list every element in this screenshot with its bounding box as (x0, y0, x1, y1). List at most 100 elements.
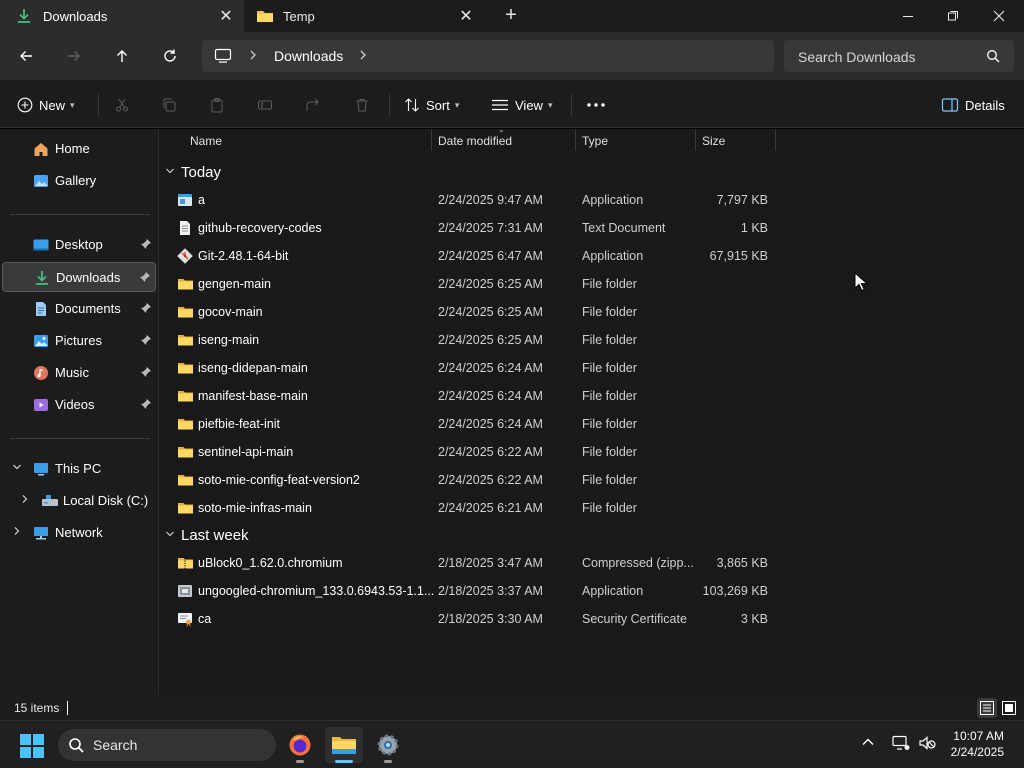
list-item[interactable]: ungoogled-chromium_133.0.6943.53-1.1... … (159, 577, 779, 605)
column-header-name[interactable]: Name (190, 129, 430, 155)
sidebar-item-local-disk[interactable]: Local Disk (C:) (2, 486, 156, 516)
breadcrumb-downloads[interactable]: Downloads (274, 48, 343, 64)
column-header-date[interactable]: Date modified ⌄ (438, 125, 574, 155)
taskbar-file-explorer[interactable] (325, 727, 363, 763)
chevron-right-icon[interactable] (20, 494, 30, 507)
share-button[interactable] (305, 92, 321, 118)
pin-icon[interactable] (139, 271, 151, 286)
list-item[interactable]: uBlock0_1.62.0.chromium 2/18/2025 3:47 A… (159, 549, 779, 577)
close-window-button[interactable] (976, 0, 1022, 32)
list-item[interactable]: github-recovery-codes 2/24/2025 7:31 AM … (159, 214, 779, 242)
sidebar-item-desktop[interactable]: Desktop (2, 230, 156, 260)
close-tab-icon[interactable]: ✕ (458, 8, 474, 25)
maximize-button[interactable] (930, 0, 976, 32)
sort-label: Sort (426, 97, 450, 113)
list-item[interactable]: soto-mie-infras-main 2/24/2025 6:21 AM F… (159, 494, 779, 522)
delete-button[interactable] (354, 92, 370, 118)
taskbar-firefox[interactable] (281, 727, 319, 763)
pin-icon[interactable] (140, 334, 152, 349)
sidebar-item-pictures[interactable]: Pictures (2, 326, 156, 356)
tab-title: Temp (283, 9, 315, 24)
tab-temp[interactable]: Temp ✕ (244, 0, 484, 32)
chevron-right-icon[interactable] (248, 48, 258, 65)
list-item[interactable]: ca 2/18/2025 3:30 AM Security Certificat… (159, 605, 779, 633)
address-row: Downloads Search Downloads (0, 32, 1024, 80)
mouse-pointer-icon (854, 271, 869, 295)
chevron-right-icon[interactable] (12, 526, 22, 539)
computer-icon[interactable] (214, 48, 232, 67)
taskbar-settings[interactable] (369, 727, 407, 763)
list-item[interactable]: a 2/24/2025 9:47 AM Application 7,797 KB (159, 186, 779, 214)
trash-icon (356, 99, 368, 112)
folder-icon (177, 304, 193, 320)
forward-button[interactable] (58, 40, 90, 72)
new-tab-button[interactable]: + (500, 5, 522, 26)
column-divider[interactable] (695, 129, 696, 151)
close-tab-icon[interactable]: ✕ (218, 8, 234, 25)
rename-button[interactable] (257, 92, 273, 118)
pin-icon[interactable] (140, 366, 152, 381)
list-item[interactable]: gengen-main 2/24/2025 6:25 AM File folde… (159, 270, 779, 298)
group-title: Today (181, 163, 222, 181)
list-item[interactable]: gocov-main 2/24/2025 6:25 AM File folder (159, 298, 779, 326)
file-date: 2/24/2025 6:22 AM (438, 473, 543, 487)
more-options-button[interactable] (586, 92, 606, 118)
sidebar-item-network[interactable]: Network (2, 518, 156, 548)
sidebar-item-home[interactable]: Home (2, 134, 156, 164)
minimize-button[interactable] (885, 0, 931, 32)
file-name: a (198, 193, 205, 207)
copy-button[interactable] (161, 92, 177, 118)
address-bar[interactable]: Downloads (202, 40, 774, 72)
file-date: 2/24/2025 6:24 AM (438, 361, 543, 375)
sidebar-item-documents[interactable]: Documents (2, 294, 156, 324)
sort-button[interactable]: Sort ▾ (404, 92, 459, 118)
taskbar-search[interactable]: Search (58, 729, 276, 761)
system-clock[interactable]: 10:07 AM 2/24/2025 (951, 728, 1004, 760)
group-header-today[interactable]: Today (165, 161, 221, 183)
tab-downloads[interactable]: Downloads ✕ (0, 0, 244, 32)
column-divider[interactable] (575, 129, 576, 151)
chevron-right-icon[interactable] (358, 48, 368, 65)
list-item[interactable]: soto-mie-config-feat-version2 2/24/2025 … (159, 466, 779, 494)
pin-icon[interactable] (140, 238, 152, 253)
list-item[interactable]: sentinel-api-main 2/24/2025 6:22 AM File… (159, 438, 779, 466)
column-divider[interactable] (775, 129, 776, 151)
view-button[interactable]: View ▾ (491, 92, 552, 118)
up-button[interactable] (106, 40, 138, 72)
column-header-size[interactable]: Size (702, 129, 774, 155)
details-pane-button[interactable]: Details (941, 92, 1005, 118)
volume-muted-icon[interactable] (918, 735, 936, 754)
sidebar-item-this-pc[interactable]: This PC (2, 454, 156, 484)
paste-button[interactable] (209, 92, 225, 118)
refresh-button[interactable] (154, 40, 186, 72)
pin-icon[interactable] (140, 398, 152, 413)
file-name: soto-mie-config-feat-version2 (198, 473, 360, 487)
pin-icon[interactable] (140, 302, 152, 317)
list-item[interactable]: manifest-base-main 2/24/2025 6:24 AM Fil… (159, 382, 779, 410)
list-item[interactable]: iseng-didepan-main 2/24/2025 6:24 AM Fil… (159, 354, 779, 382)
list-item[interactable]: piefbie-feat-init 2/24/2025 6:24 AM File… (159, 410, 779, 438)
group-header-last-week[interactable]: Last week (165, 524, 249, 546)
file-date: 2/24/2025 6:21 AM (438, 501, 543, 515)
back-button[interactable] (10, 40, 42, 72)
network-status-icon[interactable] (892, 735, 910, 754)
scissors-icon (116, 98, 128, 112)
sidebar-item-videos[interactable]: Videos (2, 390, 156, 420)
search-icon[interactable] (986, 49, 1000, 66)
sidebar-item-gallery[interactable]: Gallery (2, 166, 156, 196)
chevron-down-icon[interactable] (12, 462, 22, 475)
sidebar-item-downloads[interactable]: Downloads (2, 262, 156, 292)
tray-overflow-icon[interactable] (861, 735, 875, 752)
start-button[interactable] (20, 734, 44, 761)
new-button[interactable]: New ▾ (17, 92, 75, 118)
column-header-type[interactable]: Type (582, 129, 694, 155)
column-divider[interactable] (431, 129, 432, 151)
details-view-button[interactable] (977, 698, 997, 718)
cut-button[interactable] (114, 92, 130, 118)
search-input[interactable]: Search Downloads (784, 40, 1014, 72)
list-item[interactable]: Git-2.48.1-64-bit 2/24/2025 6:47 AM Appl… (159, 242, 779, 270)
sidebar-item-music[interactable]: Music (2, 358, 156, 388)
list-item[interactable]: iseng-main 2/24/2025 6:25 AM File folder (159, 326, 779, 354)
divider (389, 94, 390, 116)
large-icons-view-button[interactable] (999, 698, 1019, 718)
